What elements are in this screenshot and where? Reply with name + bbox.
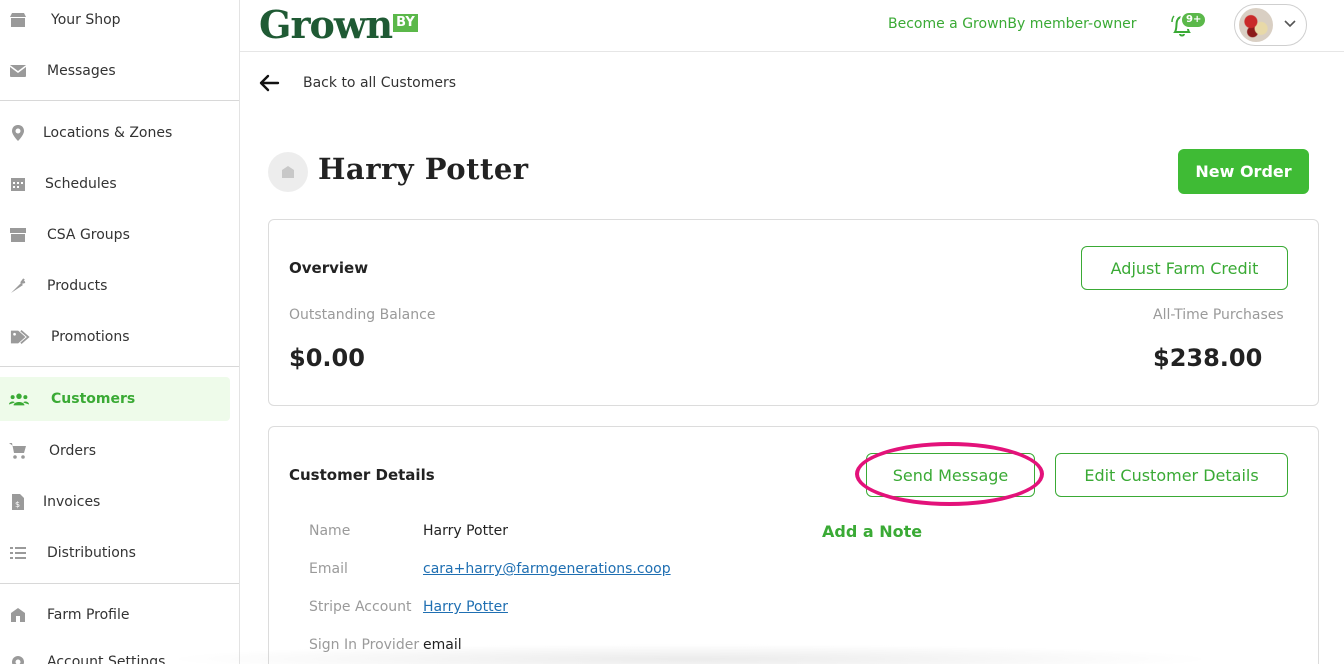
grownby-logo[interactable]: Grown BY xyxy=(259,2,418,48)
arrow-left-icon xyxy=(259,74,280,92)
notification-count-badge: 9+ xyxy=(1180,11,1208,29)
overview-card: Overview Adjust Farm Credit Outstanding … xyxy=(268,219,1319,406)
logo-badge: BY xyxy=(393,14,418,32)
calendar-icon xyxy=(8,174,28,194)
outstanding-balance-value: $0.00 xyxy=(289,344,365,372)
sidebar-item-label: Orders xyxy=(49,443,97,459)
map-pin-icon xyxy=(8,123,28,143)
sidebar-item-invoices[interactable]: $ Invoices xyxy=(0,480,230,524)
stripe-account-link[interactable]: Harry Potter xyxy=(423,599,508,615)
page-title: Harry Potter xyxy=(318,152,529,186)
sidebar-item-distributions[interactable]: Distributions xyxy=(0,531,230,575)
overview-title: Overview xyxy=(289,259,369,277)
customer-avatar-icon xyxy=(268,152,308,192)
back-label: Back to all Customers xyxy=(303,75,457,91)
chevron-down-icon xyxy=(1284,17,1296,31)
sidebar-item-label: Account Settings xyxy=(47,654,166,664)
sidebar-item-label: Customers xyxy=(51,391,136,407)
add-a-note-link[interactable]: Add a Note xyxy=(822,522,922,541)
sidebar-item-your-shop[interactable]: Your Shop xyxy=(0,0,230,42)
sidebar-item-orders[interactable]: Orders xyxy=(0,429,230,473)
sidebar-item-products[interactable]: Products xyxy=(0,264,230,308)
avatar xyxy=(1239,8,1273,42)
logo-text: Grown xyxy=(259,2,393,47)
barn-icon xyxy=(8,605,28,625)
sign-in-provider-label: Sign In Provider xyxy=(309,637,420,653)
gear-icon xyxy=(8,652,28,664)
sidebar-item-label: Schedules xyxy=(45,176,117,192)
sidebar-item-csa-groups[interactable]: CSA Groups xyxy=(0,213,230,257)
cart-icon xyxy=(8,441,28,461)
sidebar-item-messages[interactable]: Messages xyxy=(0,49,230,93)
envelope-icon xyxy=(8,61,28,81)
outstanding-balance-label: Outstanding Balance xyxy=(289,307,436,323)
svg-text:$: $ xyxy=(15,500,20,509)
carrot-icon xyxy=(8,276,28,296)
email-link[interactable]: cara+harry@farmgenerations.coop xyxy=(423,561,671,577)
back-to-customers-link[interactable]: Back to all Customers xyxy=(258,72,456,94)
sidebar-item-schedules[interactable]: Schedules xyxy=(0,162,230,206)
invoice-icon: $ xyxy=(8,492,28,512)
become-member-owner-link[interactable]: Become a GrownBy member-owner xyxy=(888,16,1137,32)
box-icon xyxy=(8,225,28,245)
sidebar-divider xyxy=(0,100,239,101)
sidebar-divider xyxy=(0,583,239,584)
sidebar-divider xyxy=(0,366,239,367)
account-menu-button[interactable] xyxy=(1234,4,1307,46)
sidebar-item-label: Promotions xyxy=(51,329,130,345)
sidebar-item-label: Distributions xyxy=(47,545,136,561)
adjust-farm-credit-button[interactable]: Adjust Farm Credit xyxy=(1081,246,1288,290)
sidebar-item-farm-profile[interactable]: Farm Profile xyxy=(0,593,230,637)
sidebar-item-label: Locations & Zones xyxy=(43,125,173,141)
sidebar-item-customers[interactable]: Customers xyxy=(0,377,230,421)
send-message-button[interactable]: Send Message xyxy=(866,453,1035,497)
sidebar-item-label: Products xyxy=(47,278,108,294)
sidebar-item-locations[interactable]: Locations & Zones xyxy=(0,111,230,155)
top-header: Grown BY Become a GrownBy member-owner 9… xyxy=(240,0,1344,52)
sidebar-item-label: Invoices xyxy=(43,494,101,510)
sidebar: Your Shop Messages Locations & Zones Sch… xyxy=(0,0,240,664)
sidebar-item-label: Messages xyxy=(47,63,116,79)
all-time-purchases-value: $238.00 xyxy=(1153,344,1263,372)
name-label: Name xyxy=(309,523,351,539)
sidebar-item-account-settings[interactable]: Account Settings xyxy=(0,640,230,664)
email-label: Email xyxy=(309,561,348,577)
sidebar-item-promotions[interactable]: Promotions xyxy=(0,315,230,359)
sidebar-item-label: CSA Groups xyxy=(47,227,130,243)
list-icon xyxy=(8,543,28,563)
tags-icon xyxy=(10,327,30,347)
sign-in-provider-value: email xyxy=(423,637,462,653)
users-icon xyxy=(9,389,29,409)
customer-details-title: Customer Details xyxy=(289,466,435,484)
edit-customer-details-button[interactable]: Edit Customer Details xyxy=(1055,453,1288,497)
stripe-account-label: Stripe Account xyxy=(309,599,412,615)
sidebar-item-label: Farm Profile xyxy=(47,607,130,623)
name-value: Harry Potter xyxy=(423,523,508,539)
sidebar-item-label: Your Shop xyxy=(51,12,121,28)
customer-details-card: Customer Details Send Message Edit Custo… xyxy=(268,426,1319,664)
all-time-purchases-label: All-Time Purchases xyxy=(1153,307,1284,323)
storefront-icon xyxy=(8,10,28,30)
new-order-button[interactable]: New Order xyxy=(1178,149,1309,194)
